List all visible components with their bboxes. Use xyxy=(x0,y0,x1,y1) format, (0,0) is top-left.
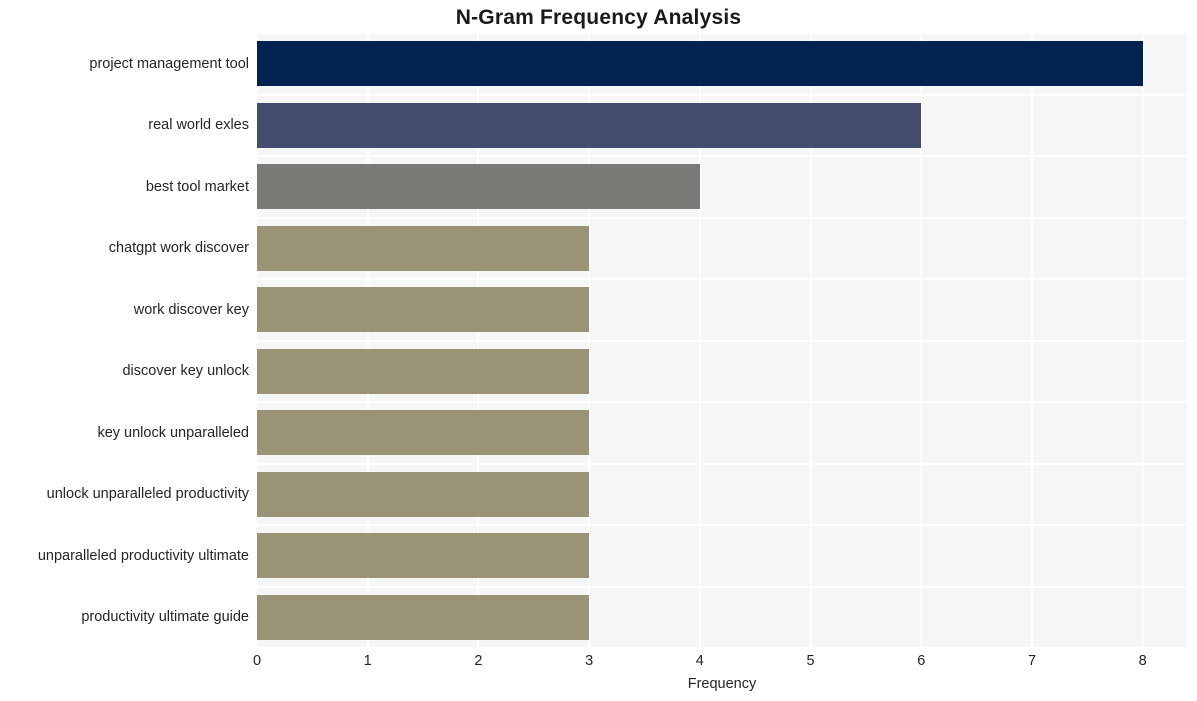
plot-area xyxy=(257,33,1187,648)
bar[interactable] xyxy=(257,164,700,210)
x-axis-tick-label: 2 xyxy=(474,653,483,669)
y-axis-tick-label: chatgpt work discover xyxy=(108,240,249,257)
bar[interactable] xyxy=(257,533,590,579)
y-axis-tick-label: work discover key xyxy=(133,301,249,318)
y-axis-tick-label: best tool market xyxy=(145,178,249,195)
gridline-horizontal xyxy=(257,524,1187,526)
x-axis-tick-label: 7 xyxy=(1027,653,1037,669)
bar[interactable] xyxy=(257,471,590,517)
y-axis-tick-label: productivity ultimate guide xyxy=(81,609,249,626)
gridline-horizontal xyxy=(257,462,1187,465)
gridline-horizontal xyxy=(257,339,1187,342)
x-axis-tick-label: 5 xyxy=(806,653,815,669)
gridline-horizontal xyxy=(257,93,1187,96)
gridline-horizontal xyxy=(257,585,1187,588)
bar[interactable] xyxy=(257,410,590,456)
bar[interactable] xyxy=(257,348,590,394)
gridline-horizontal xyxy=(257,647,1187,648)
x-axis-tick-labels: 0 1 2 3 4 5 6 7 8 xyxy=(253,653,1187,677)
gridline-horizontal xyxy=(257,278,1187,280)
y-axis-tick-label: project management tool xyxy=(89,55,249,72)
gridline-horizontal xyxy=(257,401,1187,403)
x-axis-tick-label: 1 xyxy=(363,653,372,669)
bar[interactable] xyxy=(257,594,590,640)
y-axis-tick-label: unparalleled productivity ultimate xyxy=(37,547,249,564)
x-axis-tick-label: 3 xyxy=(585,653,594,669)
gridline-horizontal xyxy=(257,33,1187,34)
bar[interactable] xyxy=(257,102,922,148)
gridline-horizontal xyxy=(257,155,1187,157)
x-axis-tick-label: 4 xyxy=(695,653,704,669)
x-axis-title: Frequency xyxy=(687,676,757,692)
x-axis-tick-label: 6 xyxy=(917,653,926,669)
bar[interactable] xyxy=(257,41,1143,87)
y-axis-tick-label: unlock unparalleled productivity xyxy=(46,486,249,503)
x-axis-tick-label: 8 xyxy=(1138,653,1147,669)
chart-title: N-Gram Frequency Analysis xyxy=(455,6,742,29)
chart-figure: N-Gram Frequency Analysis project manage… xyxy=(0,0,1197,701)
y-axis-tick-labels: project management tool real world exles b… xyxy=(0,33,249,648)
gridline-horizontal xyxy=(257,216,1187,219)
y-axis-tick-label: discover key unlock xyxy=(122,363,249,380)
x-axis-tick-label: 0 xyxy=(252,653,262,669)
y-axis-tick-label: real world exles xyxy=(148,117,249,134)
bar[interactable] xyxy=(257,287,590,333)
bar[interactable] xyxy=(257,225,590,271)
y-axis-tick-label: key unlock unparalleled xyxy=(97,424,249,441)
